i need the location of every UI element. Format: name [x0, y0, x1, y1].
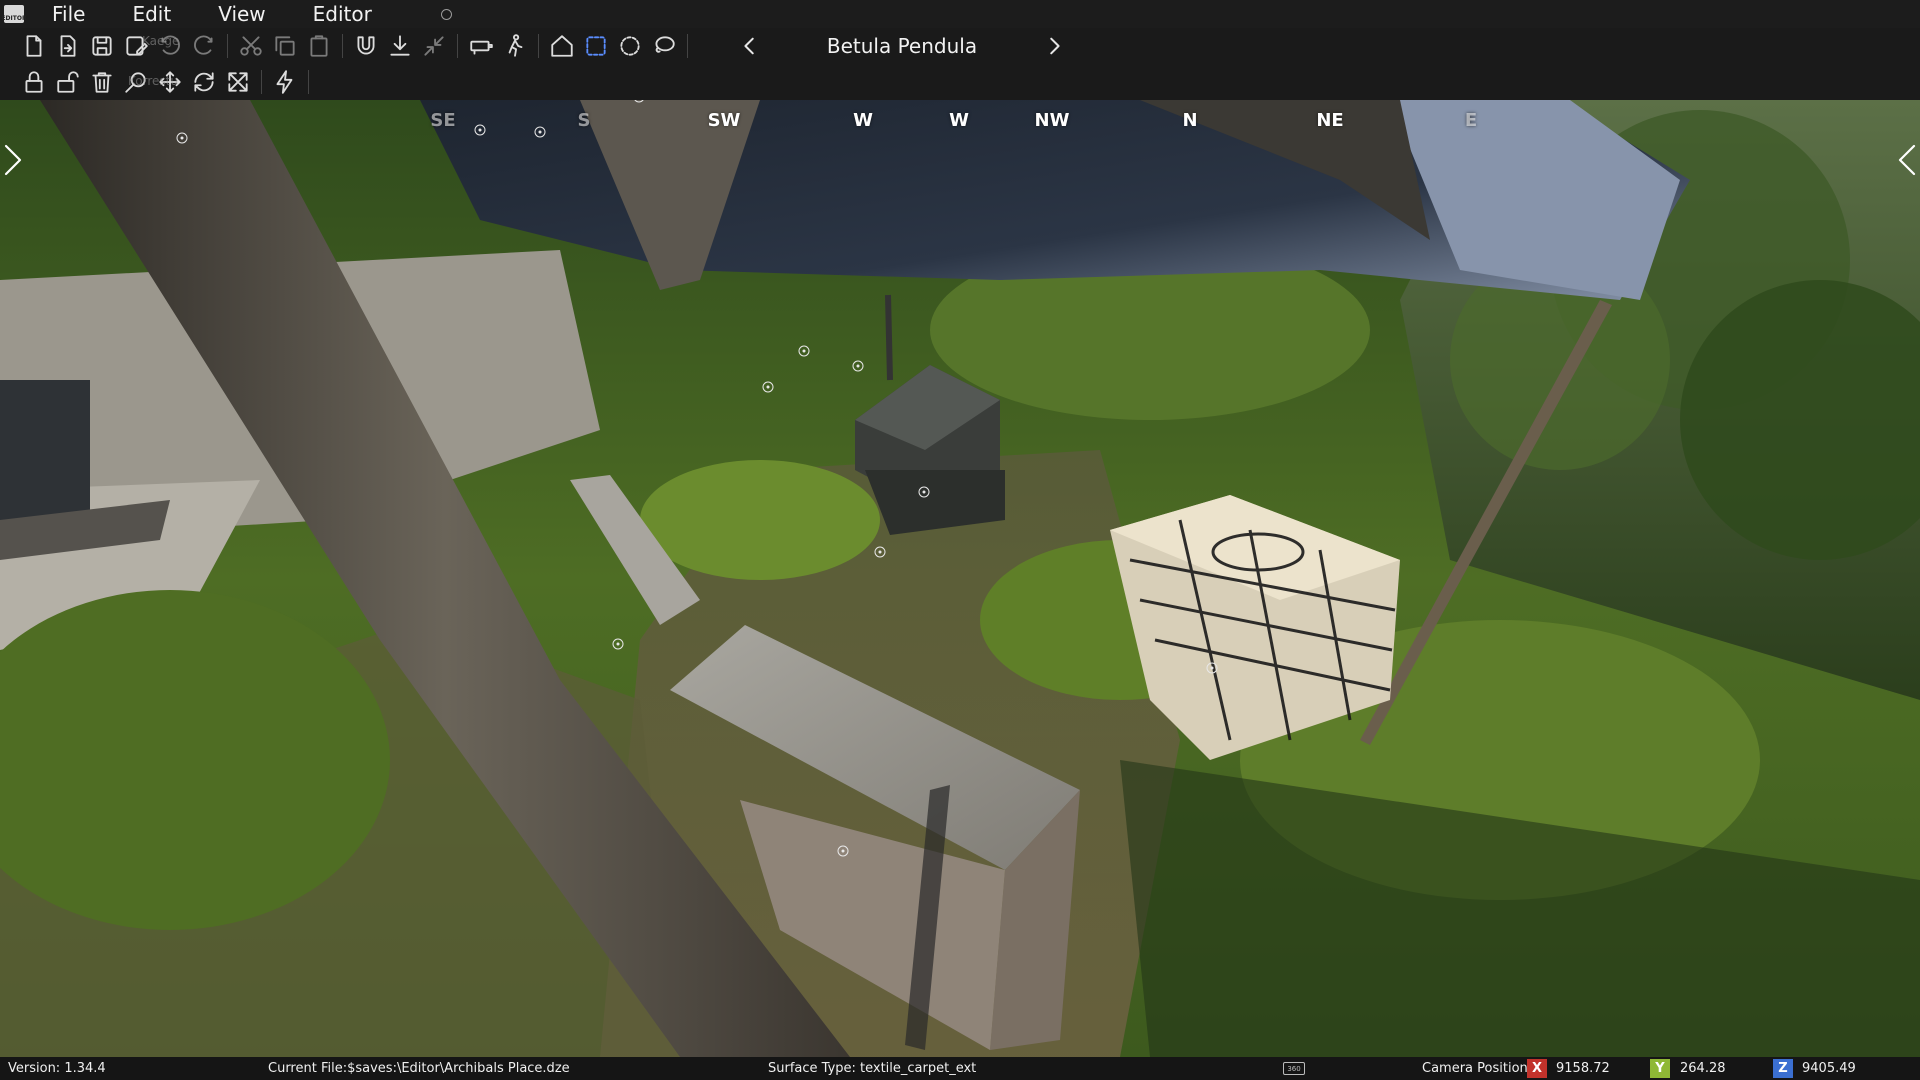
menu-file[interactable]: File: [28, 0, 108, 28]
object-marker[interactable]: [837, 845, 849, 857]
y-axis-badge: Y: [1650, 1059, 1670, 1078]
circle-select-icon[interactable]: [613, 29, 647, 63]
home-icon[interactable]: [545, 29, 579, 63]
menu-edit[interactable]: Edit: [108, 0, 194, 28]
menu-bar: EDITOR File Edit View Editor: [0, 0, 1920, 28]
camera-z-value: 9405.49: [1802, 1061, 1856, 1076]
compass-se: SE: [430, 110, 456, 131]
object-marker[interactable]: [176, 132, 188, 144]
ghost-tooltip-text: Korrestu: [128, 74, 178, 88]
scene-render: [0, 100, 1920, 1057]
compass-nw: NW: [1034, 110, 1070, 131]
object-marker[interactable]: [762, 381, 774, 393]
paste-icon[interactable]: [302, 29, 336, 63]
walk-icon[interactable]: [498, 29, 532, 63]
chevron-right-icon: [4, 144, 22, 176]
camera-position-label: Camera Position: [1422, 1061, 1528, 1076]
z-axis-badge: Z: [1773, 1059, 1793, 1078]
app-logo-text: EDITOR: [1, 5, 27, 23]
app-logo: EDITOR: [0, 0, 28, 28]
lock-icon[interactable]: [17, 65, 51, 99]
object-marker[interactable]: [612, 638, 624, 650]
object-marker[interactable]: [852, 360, 864, 372]
ghost-tooltip-text: Kaege: [142, 34, 180, 48]
object-marker[interactable]: [534, 126, 546, 138]
compass-w: W: [853, 110, 873, 131]
secondary-toolbar: Korrestu: [0, 64, 1920, 100]
new-file-icon[interactable]: [17, 29, 51, 63]
unlock-icon[interactable]: [51, 65, 85, 99]
camera-360-icon[interactable]: 360: [1283, 1062, 1305, 1075]
chevron-left-icon: [1898, 144, 1916, 176]
object-marker[interactable]: [798, 345, 810, 357]
delete-icon[interactable]: [85, 65, 119, 99]
right-panel-toggle[interactable]: [1894, 140, 1920, 180]
brush-selector: Betula Pendula: [736, 28, 1068, 64]
collapse-icon[interactable]: [417, 29, 451, 63]
rotate-icon[interactable]: [187, 65, 221, 99]
brush-next-button[interactable]: [1040, 32, 1068, 60]
toolbar-divider: [261, 70, 262, 94]
toolbar-divider: [687, 34, 688, 58]
menu-editor[interactable]: Editor: [289, 0, 395, 28]
toolbar-divider: [342, 34, 343, 58]
toolbar-divider: [457, 34, 458, 58]
lightning-icon[interactable]: [268, 65, 302, 99]
lasso-select-icon[interactable]: [647, 29, 681, 63]
box-select-icon[interactable]: [579, 29, 613, 63]
cut-icon[interactable]: [234, 29, 268, 63]
toolbar-divider: [227, 34, 228, 58]
camera-icon[interactable]: [464, 29, 498, 63]
crosshair-marker-icon: [441, 9, 452, 20]
surface-type-label: Surface Type: textile_carpet_ext: [768, 1061, 977, 1076]
chevron-right-icon: [1050, 37, 1060, 55]
compass-e: E: [1464, 110, 1478, 131]
save-icon[interactable]: [85, 29, 119, 63]
camera-x-value: 9158.72: [1556, 1061, 1610, 1076]
menu-view[interactable]: View: [194, 0, 288, 28]
compass-s: S: [577, 110, 591, 131]
open-file-icon[interactable]: [51, 29, 85, 63]
camera-y-value: 264.28: [1680, 1061, 1726, 1076]
ground-snap-icon[interactable]: [383, 29, 417, 63]
toolbar-divider: [308, 70, 309, 94]
x-axis-badge: X: [1527, 1059, 1547, 1078]
brush-name: Betula Pendula: [826, 34, 978, 58]
object-marker[interactable]: [1206, 662, 1218, 674]
brush-prev-button[interactable]: [736, 32, 764, 60]
status-bar: Version: 1.34.4 Current File:$saves:\Edi…: [0, 1057, 1920, 1080]
magnet-icon[interactable]: [349, 29, 383, 63]
compass-strip: SE S SW W W NW N NE E: [0, 110, 1920, 134]
object-marker[interactable]: [874, 546, 886, 558]
compass-ne: NE: [1316, 110, 1344, 131]
object-marker[interactable]: [474, 124, 486, 136]
current-file-label: Current File:$saves:\Editor\Archibals Pl…: [268, 1061, 570, 1076]
object-marker[interactable]: [918, 486, 930, 498]
copy-icon[interactable]: [268, 29, 302, 63]
toolbar-divider: [538, 34, 539, 58]
compass-w-secondary: W: [949, 110, 969, 131]
left-panel-toggle[interactable]: [0, 140, 26, 180]
version-label: Version: 1.34.4: [8, 1061, 106, 1076]
3d-viewport[interactable]: SE S SW W W NW N NE E: [0, 100, 1920, 1057]
chevron-left-icon: [744, 37, 754, 55]
compass-n: N: [1182, 110, 1198, 131]
scale-icon[interactable]: [221, 65, 255, 99]
compass-sw: SW: [707, 110, 741, 131]
redo-icon[interactable]: [187, 29, 221, 63]
